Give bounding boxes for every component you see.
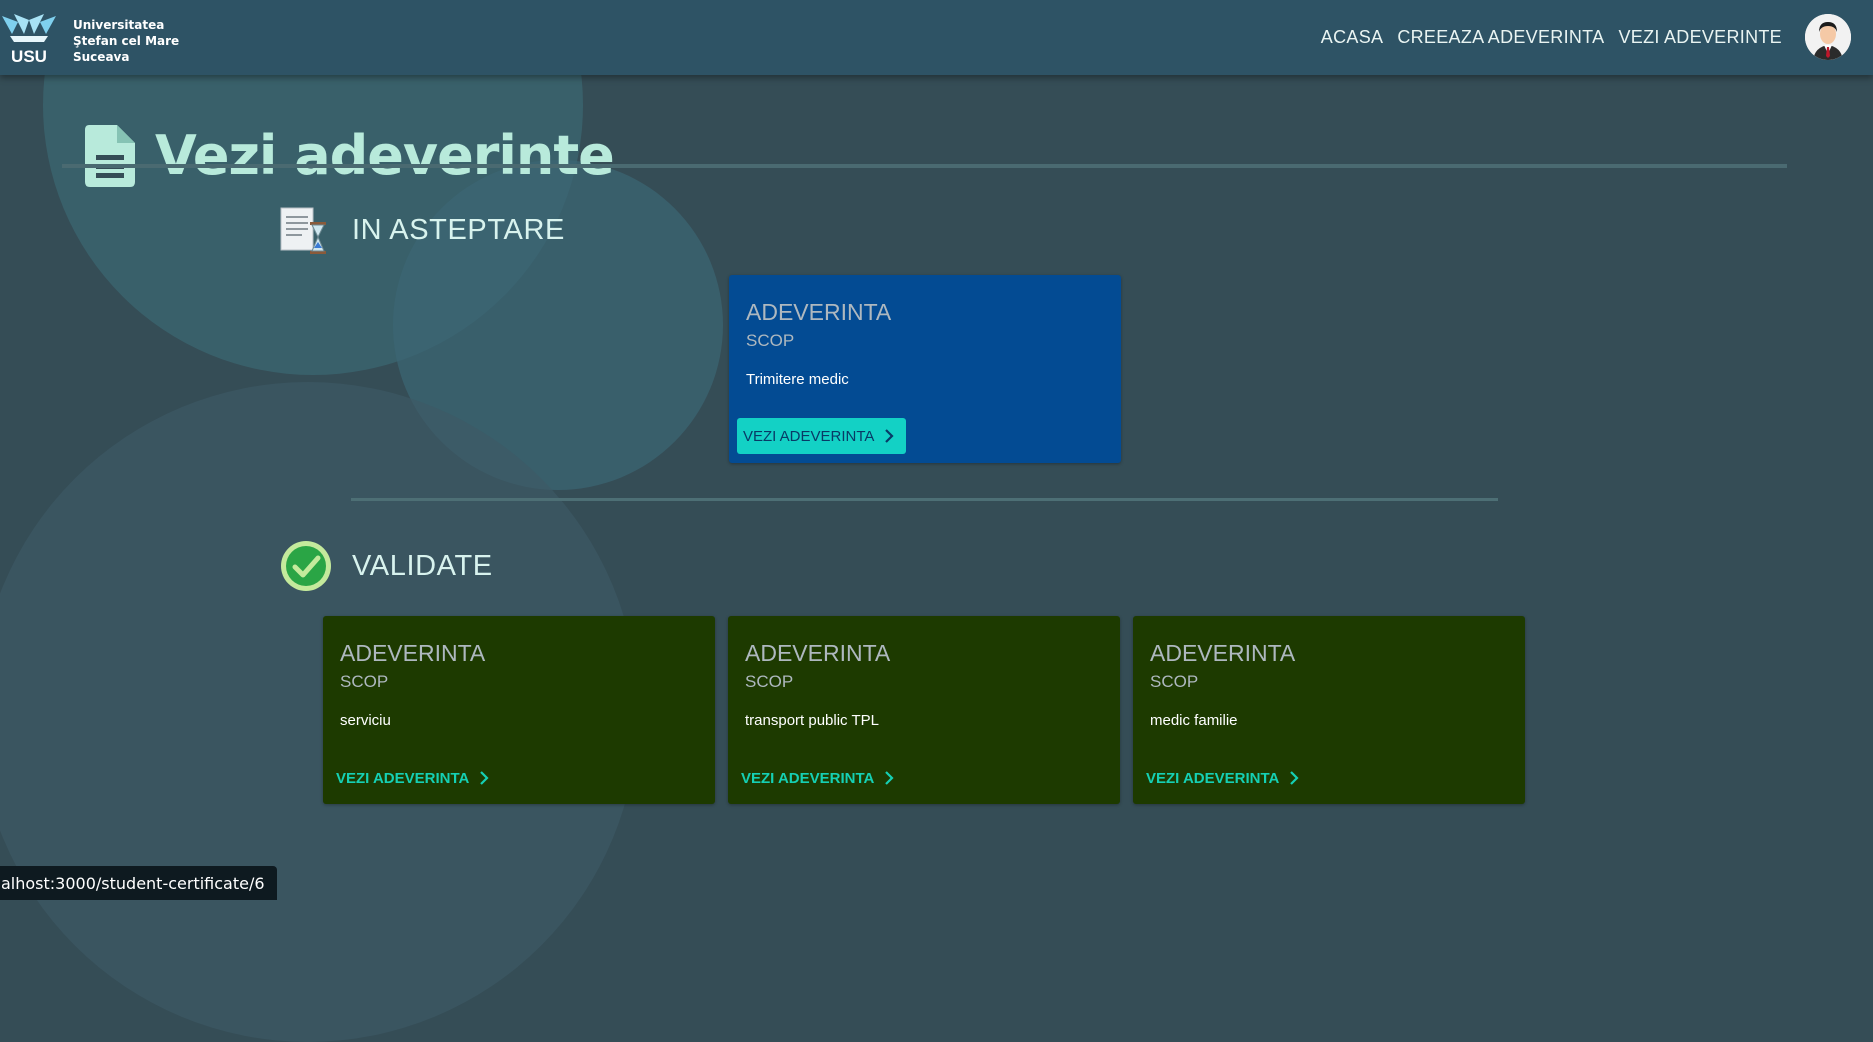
title-divider <box>62 164 1787 168</box>
button-label: VEZI ADEVERINTA <box>743 427 875 445</box>
hourglass-document-icon <box>280 207 326 254</box>
pending-section-title: IN ASTEPTARE <box>352 213 565 246</box>
nav-vezi-adeverinte[interactable]: VEZI ADEVERINTE <box>1618 27 1782 48</box>
chevron-right-icon <box>479 771 489 785</box>
university-name-line: Suceava <box>73 50 130 64</box>
pending-certificate-card: ADEVERINTA SCOP Trimitere medic VEZI ADE… <box>729 275 1121 463</box>
validated-certificate-card: ADEVERINTA SCOP serviciu VEZI ADEVERINTA <box>323 616 715 804</box>
card-subtitle: SCOP <box>746 331 795 350</box>
section-divider <box>351 498 1498 501</box>
button-label: VEZI ADEVERINTA <box>1146 769 1280 787</box>
chevron-right-icon <box>884 429 894 443</box>
card-purpose: Trimitere medic <box>746 371 849 388</box>
card-subtitle: SCOP <box>1150 672 1199 691</box>
usu-logo-icon: USU <box>2 14 56 66</box>
link-preview-status-bar: alhost:3000/student-certificate/6 <box>0 866 277 900</box>
view-certificate-button[interactable]: VEZI ADEVERINTA <box>1146 766 1299 790</box>
validated-section-header: VALIDATE <box>280 540 493 592</box>
view-certificate-button[interactable]: VEZI ADEVERINTA <box>336 766 489 790</box>
university-name: Universitatea Ştefan cel Mare Suceava <box>73 17 179 65</box>
card-purpose: serviciu <box>340 712 391 729</box>
card-title: ADEVERINTA <box>746 299 892 325</box>
university-name-line: Universitatea <box>73 18 165 32</box>
university-name-line: Ştefan cel Mare <box>73 34 180 48</box>
top-navbar: USU Universitatea Ştefan cel Mare Suceav… <box>0 0 1873 75</box>
view-certificate-button[interactable]: VEZI ADEVERINTA <box>741 766 894 790</box>
avatar[interactable] <box>1805 14 1851 60</box>
chevron-right-icon <box>884 771 894 785</box>
logo-abbreviation: USU <box>11 47 47 64</box>
button-label: VEZI ADEVERINTA <box>336 769 470 787</box>
pending-section-header: IN ASTEPTARE <box>280 204 565 256</box>
card-purpose: medic familie <box>1150 712 1238 729</box>
checkmark-circle-icon <box>281 541 331 591</box>
validated-certificate-card: ADEVERINTA SCOP medic familie VEZI ADEVE… <box>1133 616 1525 804</box>
nav-creeaza-adeverinta[interactable]: CREEAZA ADEVERINTA <box>1397 27 1604 48</box>
card-title: ADEVERINTA <box>745 640 891 666</box>
card-subtitle: SCOP <box>340 672 389 691</box>
card-title: ADEVERINTA <box>340 640 486 666</box>
nav-acasa[interactable]: ACASA <box>1321 27 1384 48</box>
button-label: VEZI ADEVERINTA <box>741 769 875 787</box>
main-nav: ACASA CREEAZA ADEVERINTA VEZI ADEVERINTE <box>1307 0 1782 75</box>
user-avatar-icon <box>1805 14 1851 60</box>
view-certificate-button[interactable]: VEZI ADEVERINTA <box>737 418 907 454</box>
card-subtitle: SCOP <box>745 672 794 691</box>
validated-certificate-card: ADEVERINTA SCOP transport public TPL VEZ… <box>728 616 1120 804</box>
card-purpose: transport public TPL <box>745 712 879 729</box>
document-icon <box>85 124 135 187</box>
card-title: ADEVERINTA <box>1150 640 1296 666</box>
university-logo[interactable]: USU <box>0 12 58 66</box>
page-title: Vezi adeverinte <box>155 124 615 188</box>
validated-section-title: VALIDATE <box>352 549 493 582</box>
chevron-right-icon <box>1289 771 1299 785</box>
